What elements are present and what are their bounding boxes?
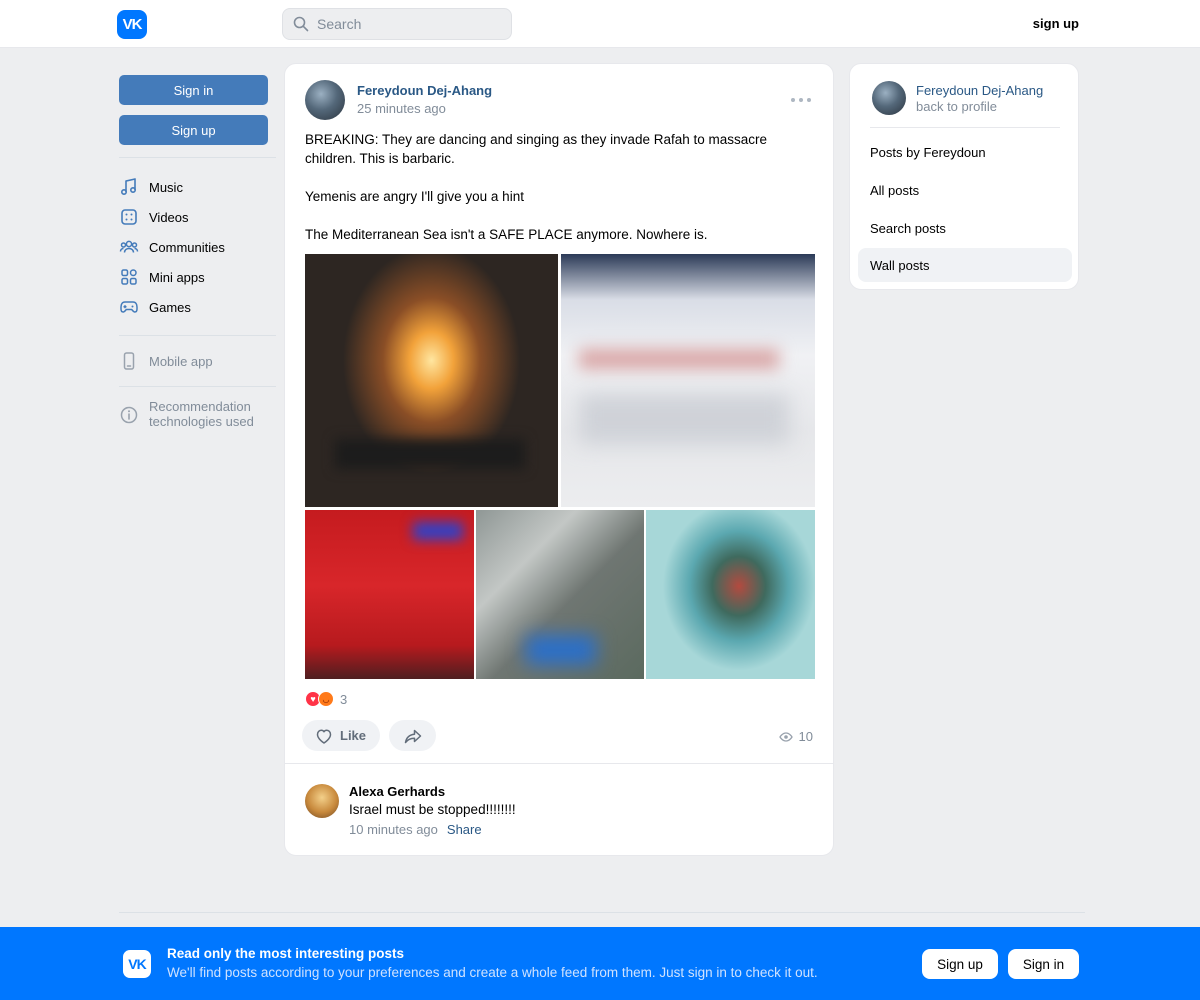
profile-avatar[interactable] [872, 81, 906, 115]
reactions-count: 3 [340, 691, 348, 707]
mini-apps-icon [121, 269, 137, 285]
back-to-profile-link[interactable]: back to profile [916, 99, 997, 114]
share-icon [404, 729, 421, 743]
nav-item-mini-apps[interactable]: Mini apps [119, 262, 276, 292]
search-icon [293, 16, 309, 32]
left-sidebar: Sign in Sign up Music Videos Communities… [119, 75, 276, 429]
side-item-posts-by-author[interactable]: Posts by Fereydoun [858, 135, 1072, 169]
nav-item-videos[interactable]: Videos [119, 202, 276, 232]
nav-label-mobile-app: Mobile app [149, 353, 213, 369]
signup-button[interactable]: Sign up [119, 115, 268, 145]
post-photo-3[interactable] [305, 510, 474, 679]
post-author-avatar[interactable] [305, 80, 345, 120]
nav-item-games[interactable]: Games [119, 292, 276, 322]
nav-divider [119, 335, 276, 336]
nav-item-music[interactable]: Music [119, 172, 276, 202]
comment-author-avatar[interactable] [305, 784, 339, 818]
banner-signin-button[interactable]: Sign in [1008, 949, 1079, 979]
search-input[interactable] [317, 16, 497, 32]
post-photo-1[interactable] [305, 254, 558, 507]
heart-icon [316, 728, 332, 744]
post-photo-5[interactable] [646, 510, 815, 679]
nav-label-mini-apps: Mini apps [149, 269, 205, 285]
signin-button[interactable]: Sign in [119, 75, 268, 105]
views-count: 10 [798, 729, 813, 744]
nav-divider [119, 386, 276, 387]
like-label: Like [340, 728, 367, 743]
nav-item-mobile-app[interactable]: Mobile app [119, 346, 276, 376]
like-button[interactable]: Like [302, 720, 381, 751]
profile-name-link[interactable]: Fereydoun Dej-Ahang [916, 83, 1043, 98]
angry-reaction-icon: ◡ [318, 691, 334, 707]
more-options-icon[interactable] [791, 92, 811, 108]
card-divider [870, 127, 1060, 128]
post-divider [285, 763, 833, 764]
nav-divider [119, 157, 276, 158]
video-icon [121, 209, 137, 225]
post-timestamp[interactable]: 25 minutes ago [357, 101, 446, 116]
post-author-name[interactable]: Fereydoun Dej-Ahang [357, 83, 492, 98]
gamepad-icon [120, 301, 138, 313]
side-item-all-posts[interactable]: All posts [858, 173, 1072, 207]
header-signup-link[interactable]: sign up [1033, 16, 1079, 31]
side-item-wall-posts[interactable]: Wall posts [858, 248, 1072, 282]
vk-logo[interactable]: VK [117, 10, 147, 39]
side-item-search-posts[interactable]: Search posts [858, 211, 1072, 245]
search-box[interactable] [282, 8, 512, 40]
mobile-phone-icon [123, 352, 135, 370]
nav-item-recommendation[interactable]: Recommendation technologies used [119, 399, 276, 429]
nav-label-communities: Communities [149, 239, 225, 255]
communities-icon [119, 240, 139, 253]
nav-label-games: Games [149, 299, 191, 315]
post-photo-4[interactable] [476, 510, 644, 679]
top-header: VK sign up [0, 0, 1200, 48]
post-text: BREAKING: They are dancing and singing a… [305, 132, 768, 242]
post-photo-2[interactable] [561, 254, 815, 507]
footer-divider [119, 912, 1085, 913]
nav-item-communities[interactable]: Communities [119, 232, 276, 262]
banner-signup-button[interactable]: Sign up [922, 949, 998, 979]
comment-share-link[interactable]: Share [447, 822, 482, 837]
comment-timestamp[interactable]: 10 minutes ago [349, 822, 438, 837]
profile-posts-card: Fereydoun Dej-Ahang back to profile Post… [849, 63, 1079, 290]
nav-label-music: Music [149, 179, 183, 195]
music-icon [120, 178, 137, 196]
eye-icon [778, 731, 793, 742]
comment-meta: 10 minutes ago Share [349, 822, 482, 837]
reactions-summary[interactable]: ♥ ◡ 3 [305, 691, 347, 707]
banner-title: Read only the most interesting posts [167, 946, 405, 961]
nav-label-recommendation: Recommendation technologies used [149, 399, 254, 429]
nav-label-videos: Videos [149, 209, 189, 225]
share-button[interactable] [389, 720, 436, 751]
info-icon [120, 406, 138, 424]
signup-banner: VK Read only the most interesting posts … [0, 927, 1200, 1000]
banner-vk-logo: VK [123, 950, 151, 978]
comment-author-name[interactable]: Alexa Gerhards [349, 784, 445, 799]
post-card: Fereydoun Dej-Ahang 25 minutes ago BREAK… [284, 63, 834, 856]
comment-text: Israel must be stopped!!!!!!!! [349, 802, 516, 817]
views-counter: 10 [778, 729, 813, 744]
banner-subtitle: We'll find posts according to your prefe… [167, 965, 818, 980]
